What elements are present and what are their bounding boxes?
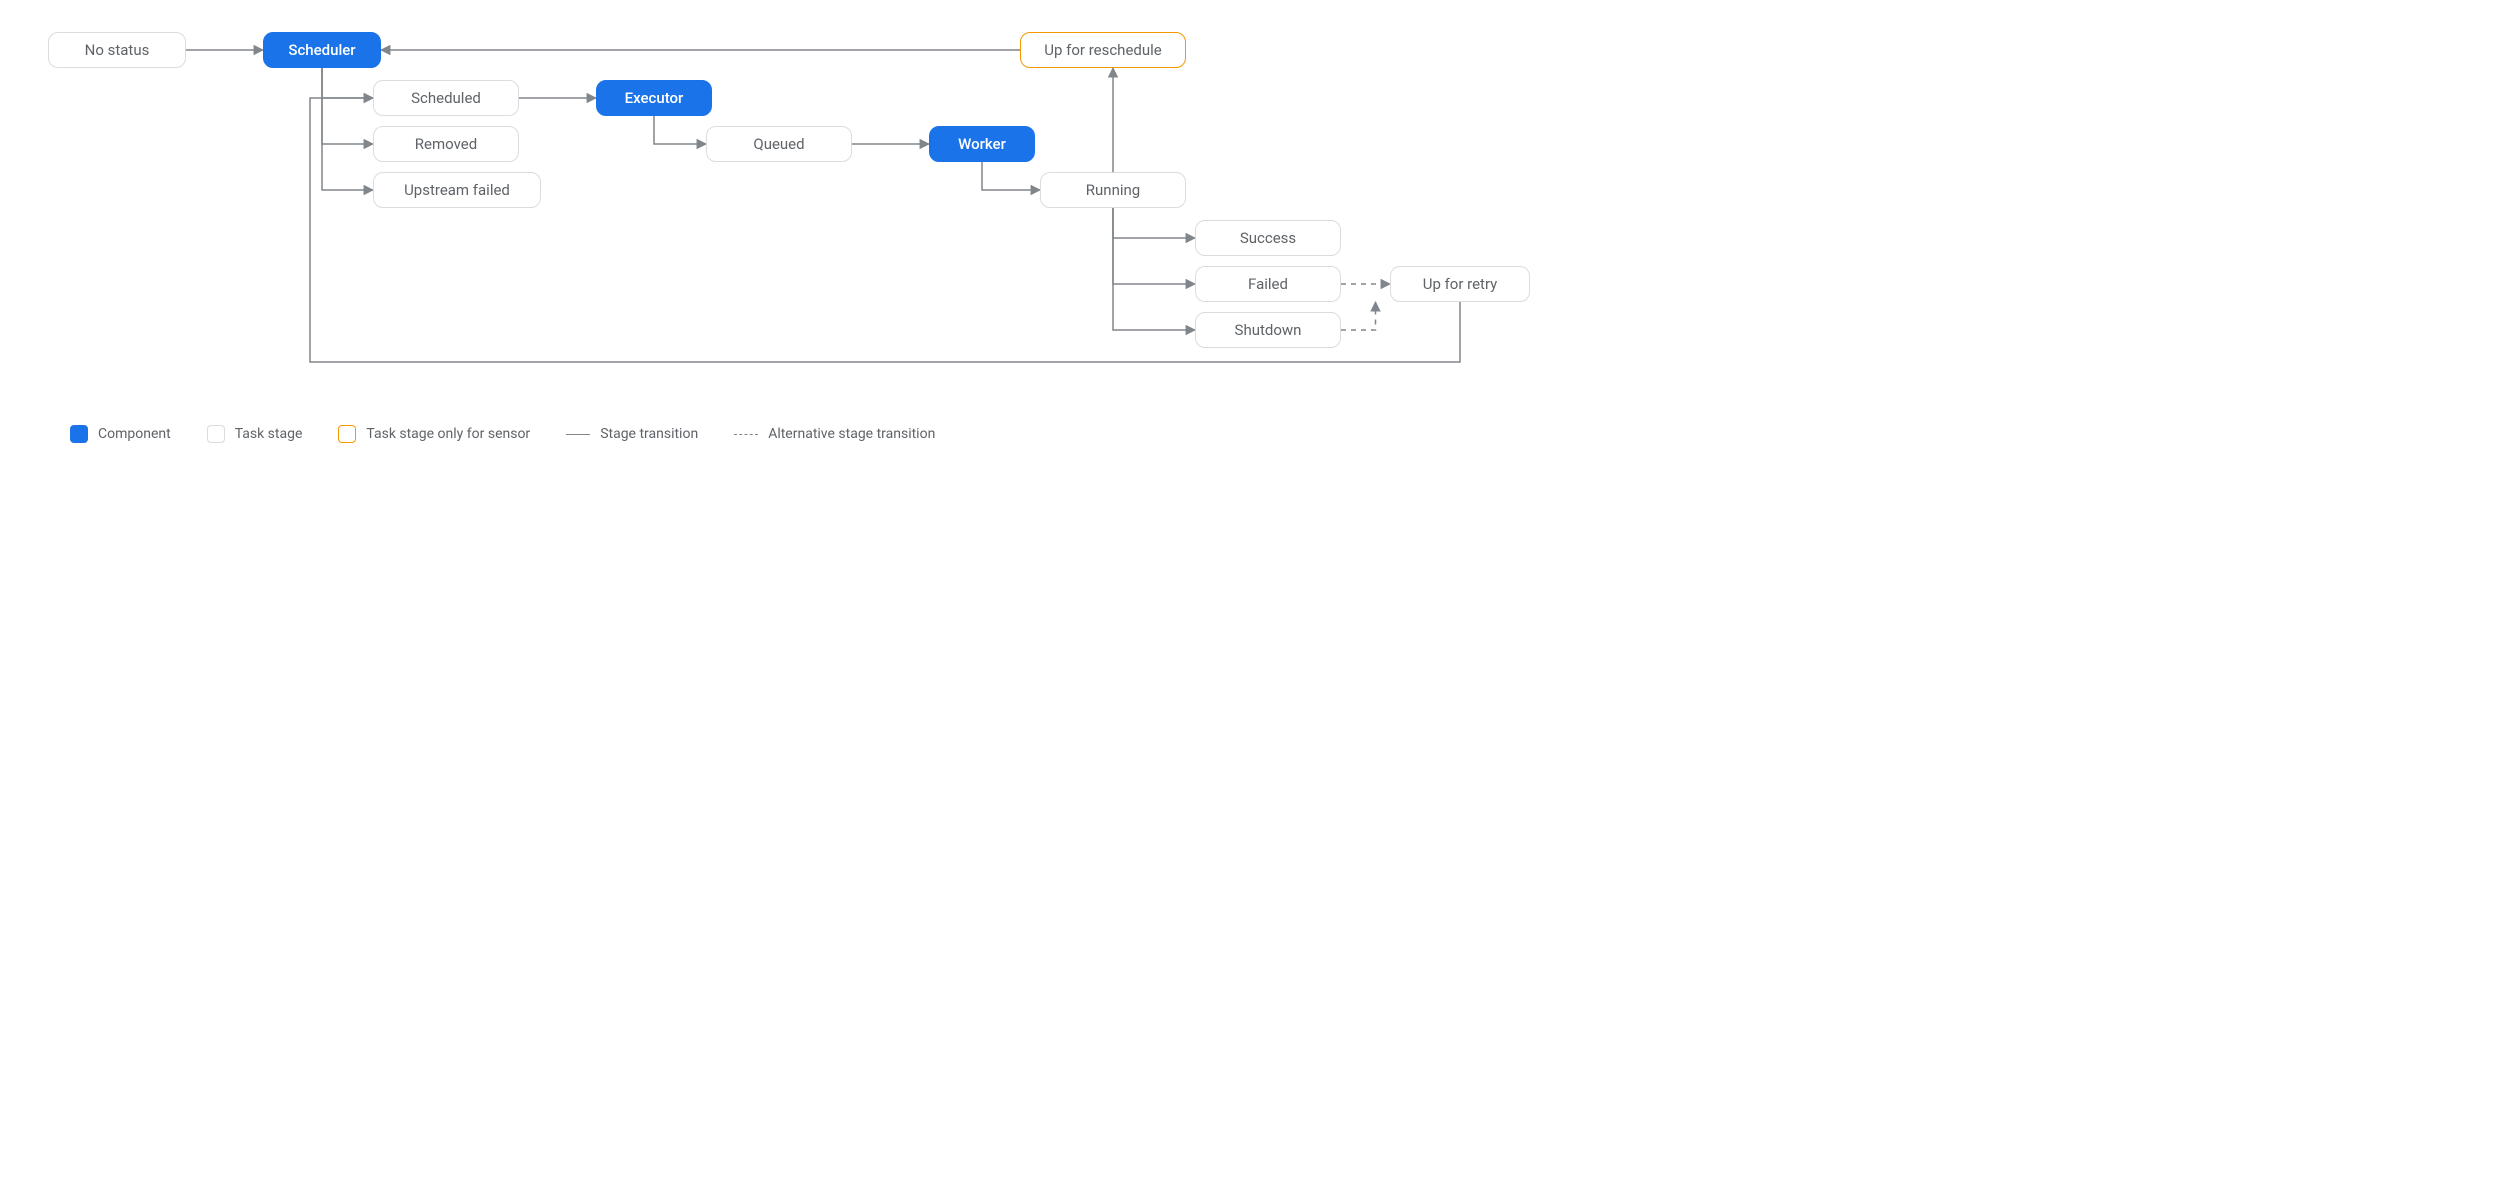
edges-layer [0, 0, 1568, 746]
legend-item-alt-transition: Alternative stage transition [734, 426, 935, 442]
legend-item-sensor: Task stage only for sensor [338, 425, 530, 443]
legend-swatch-stage [207, 425, 225, 443]
node-worker: Worker [929, 126, 1035, 162]
legend-line-solid [566, 434, 590, 435]
legend-line-dashed [734, 434, 758, 435]
legend-item-component: Component [70, 425, 171, 443]
legend-label: Stage transition [600, 426, 698, 442]
legend-swatch-sensor [338, 425, 356, 443]
node-scheduler: Scheduler [263, 32, 381, 68]
node-up-for-reschedule: Up for reschedule [1020, 32, 1186, 68]
legend-label: Component [98, 426, 171, 442]
node-upstream: Upstream failed [373, 172, 541, 208]
legend-label: Task stage only for sensor [366, 426, 530, 442]
node-up-for-retry: Up for retry [1390, 266, 1530, 302]
node-scheduled: Scheduled [373, 80, 519, 116]
node-queued: Queued [706, 126, 852, 162]
node-removed: Removed [373, 126, 519, 162]
diagram-canvas: No status Scheduler Scheduled Removed Up… [0, 0, 1568, 746]
legend-swatch-component [70, 425, 88, 443]
node-failed: Failed [1195, 266, 1341, 302]
node-shutdown: Shutdown [1195, 312, 1341, 348]
legend: Component Task stage Task stage only for… [70, 425, 935, 443]
legend-item-stage: Task stage [207, 425, 303, 443]
node-no-status: No status [48, 32, 186, 68]
legend-label: Alternative stage transition [768, 426, 935, 442]
node-success: Success [1195, 220, 1341, 256]
node-running: Running [1040, 172, 1186, 208]
legend-item-transition: Stage transition [566, 426, 698, 442]
node-executor: Executor [596, 80, 712, 116]
legend-label: Task stage [235, 426, 303, 442]
